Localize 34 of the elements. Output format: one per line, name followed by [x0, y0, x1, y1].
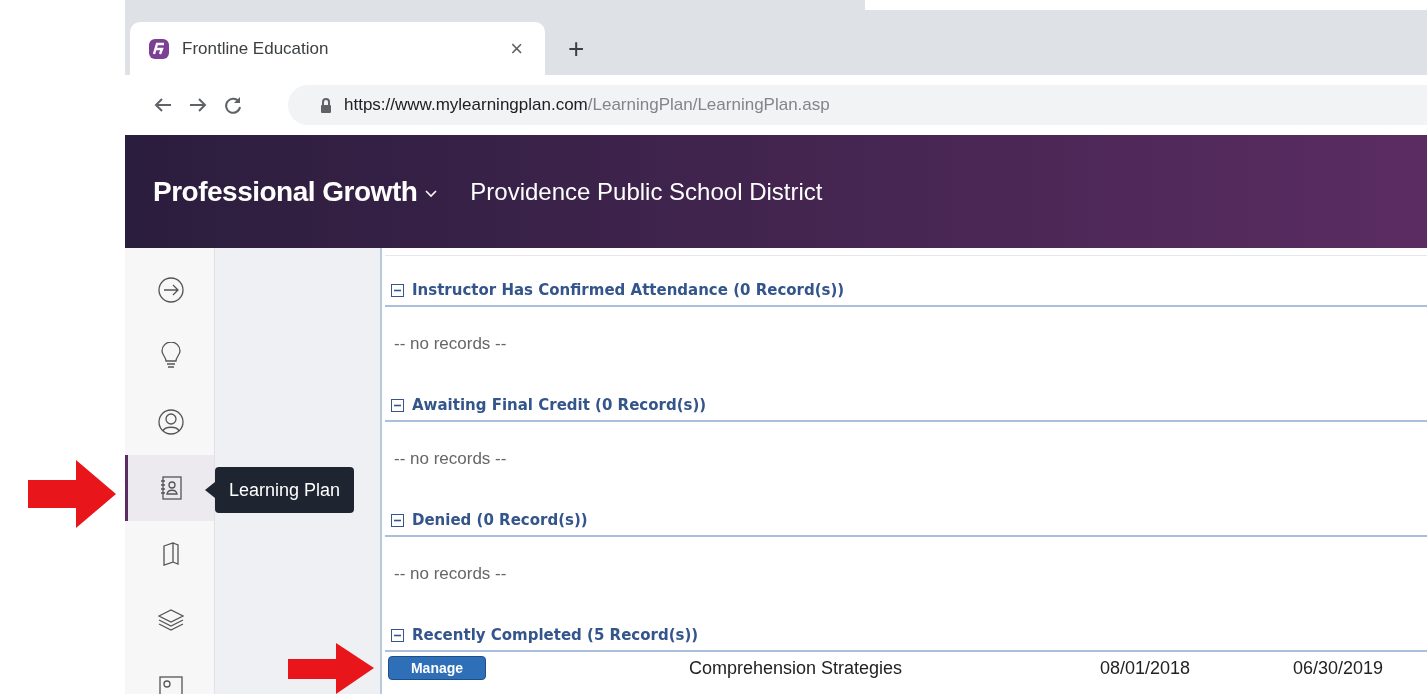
user-circle-icon	[157, 408, 185, 436]
tab-title: Frontline Education	[182, 37, 330, 60]
section-title: Awaiting Final Credit (0 Record(s))	[412, 394, 707, 416]
collapse-icon[interactable]	[391, 283, 404, 297]
district-name: Providence Public School District	[470, 176, 823, 207]
sidebar-item[interactable]	[125, 455, 214, 521]
collapse-icon[interactable]	[391, 513, 404, 527]
collapse-icon[interactable]	[391, 398, 404, 412]
url-text: https://www.mylearningplan.com/LearningPlan/LearningPlan.asp	[344, 94, 830, 117]
browser-tab[interactable]: Frontline Education ×	[130, 22, 545, 75]
arrow-icon	[288, 643, 374, 694]
logo-icon	[148, 37, 170, 60]
table-cell-text: Comprehension Strategies	[689, 656, 904, 680]
chevron-down-icon[interactable]	[425, 189, 438, 198]
empty-message: -- no records --	[394, 334, 507, 353]
empty-message: -- no records --	[394, 449, 507, 468]
lock-icon	[320, 97, 332, 113]
close-tab-button[interactable]: ×	[506, 32, 527, 65]
empty-message: -- no records --	[394, 564, 507, 583]
section-title: Instructor Has Confirmed Attendance (0 Record(s))	[412, 279, 845, 301]
table-cell-text: 06/30/2019	[1293, 656, 1384, 680]
address-bar[interactable]: https://www.mylearningplan.com/LearningPlan/LearningPlan.asp	[288, 85, 1427, 125]
app-title[interactable]: Professional Growth	[153, 170, 418, 213]
new-tab-button[interactable]: +	[560, 35, 593, 63]
arrow-circle-icon	[157, 276, 185, 304]
reload-icon[interactable]	[223, 95, 243, 115]
collapse-icon[interactable]	[391, 628, 404, 642]
manage-button[interactable]: Manage	[388, 656, 486, 680]
tooltip: Learning Plan	[215, 467, 355, 513]
table-cell-text: 08/01/2018	[1100, 656, 1192, 680]
arrow-icon	[28, 460, 116, 528]
tooltip-pointer	[205, 482, 215, 498]
section-title: Denied (0 Record(s))	[412, 509, 588, 531]
section-title: Recently Completed (5 Record(s))	[412, 624, 699, 646]
